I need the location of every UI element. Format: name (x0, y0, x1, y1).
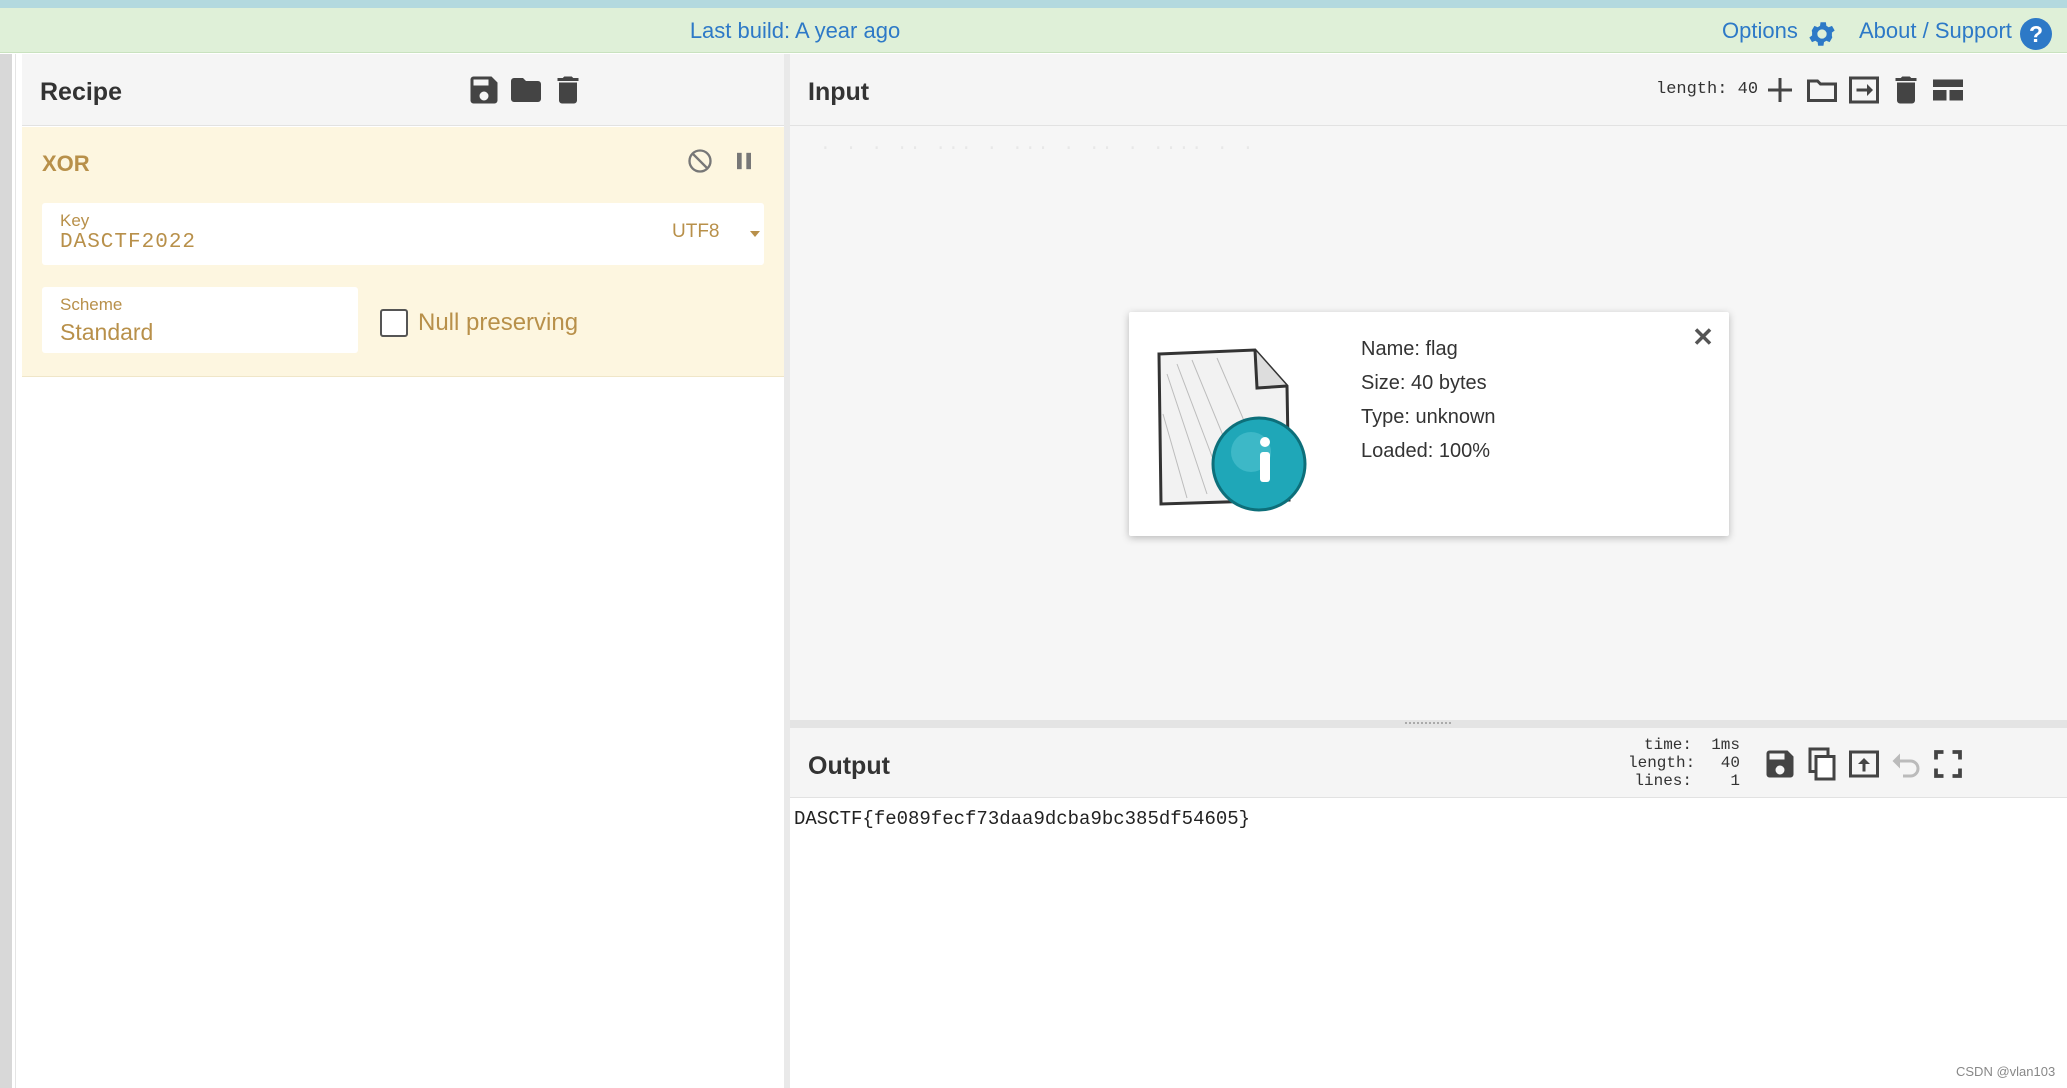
top-strip (0, 0, 2067, 8)
close-icon[interactable]: ✕ (1691, 324, 1715, 350)
disable-icon[interactable] (686, 147, 714, 175)
trash-icon[interactable] (550, 72, 586, 108)
input-ghost-text: · · · ·· ··· · ··· · ·· · ···· · · (820, 139, 1256, 159)
file-name: Name: flag (1361, 338, 1458, 360)
key-label: Key (60, 211, 90, 230)
xor-operation[interactable]: XOR Key DASCTF2022 UTF8 Scheme Standard … (22, 127, 784, 377)
save-icon[interactable] (1762, 746, 1798, 782)
scheme-value[interactable]: Standard (60, 319, 153, 346)
output-panel: Output time: 1ms length: 40 lines: 1 DAS… (790, 728, 2067, 1088)
null-preserving-label[interactable]: Null preserving (418, 309, 578, 337)
notification-banner: Last build: A year ago Options About / S… (0, 8, 2067, 53)
import-icon[interactable] (1846, 72, 1882, 108)
file-loaded: Loaded: 100% (1361, 440, 1491, 462)
time-value: 1ms (1711, 736, 1740, 754)
length-label: length: (1628, 754, 1696, 772)
input-panel: Input length: 40 · · · ·· ··· · ··· · ··… (790, 54, 2067, 720)
plus-icon[interactable] (1762, 72, 1798, 108)
scheme-select[interactable]: Scheme Standard (42, 287, 358, 353)
output-text[interactable]: DASCTF{fe089fecf73daa9dcba9bc385df54605} (794, 808, 1250, 830)
folder-icon[interactable] (1804, 72, 1840, 108)
gear-icon[interactable] (1806, 18, 1838, 50)
key-input[interactable]: DASCTF2022 (60, 231, 196, 254)
watermark: CSDN @vlan103 (1956, 1064, 2056, 1079)
recipe-panel: Recipe XOR Key DASCTF2022 UTF8 Scheme St… (22, 54, 784, 1088)
file-size: Size: 40 bytes (1361, 372, 1487, 394)
output-header: Output time: 1ms length: 40 lines: 1 (790, 728, 2067, 798)
input-length: length: 40 (1656, 80, 1759, 99)
output-title: Output (808, 752, 890, 780)
layout-icon[interactable] (1930, 72, 1966, 108)
recipe-title: Recipe (40, 78, 122, 106)
operation-name: XOR (42, 151, 90, 176)
left-gutter-bar[interactable] (0, 54, 12, 1088)
file-type: Type: unknown (1361, 406, 1496, 428)
lines-value: 1 (1730, 772, 1740, 790)
input-header: Input length: 40 (790, 54, 2067, 126)
lines-label: lines: (1634, 772, 1692, 790)
file-details-card: Name: flag Size: 40 bytes Type: unknown … (1129, 312, 1729, 536)
resize-grip[interactable] (1405, 722, 1451, 725)
key-encoding-dropdown[interactable]: UTF8 (672, 221, 720, 243)
trash-icon[interactable] (1888, 72, 1924, 108)
copy-icon[interactable] (1804, 746, 1840, 782)
pause-icon[interactable] (730, 147, 758, 175)
replace-input-icon[interactable] (1846, 746, 1882, 782)
maximize-icon[interactable] (1930, 746, 1966, 782)
undo-icon[interactable] (1888, 746, 1924, 782)
help-icon[interactable]: ? (2020, 18, 2052, 50)
caret-down-icon[interactable] (750, 231, 760, 237)
cyberchef-app: Last build: A year ago Options About / S… (0, 0, 2067, 1088)
time-label: time: (1643, 736, 1692, 754)
about-support-link[interactable]: About / Support (1859, 8, 2012, 53)
save-icon[interactable] (466, 72, 502, 108)
input-title: Input (808, 78, 870, 106)
length-value: 40 (1720, 754, 1740, 772)
folder-icon[interactable] (508, 72, 544, 108)
last-build-text: Last build: A year ago (689, 18, 901, 43)
recipe-header: Recipe (22, 54, 784, 126)
key-field[interactable]: Key DASCTF2022 UTF8 (42, 203, 764, 265)
file-info-icon (1157, 348, 1307, 512)
options-link[interactable]: Options (1722, 8, 1798, 53)
null-preserving-checkbox[interactable] (380, 309, 408, 337)
scheme-label: Scheme (60, 295, 123, 314)
